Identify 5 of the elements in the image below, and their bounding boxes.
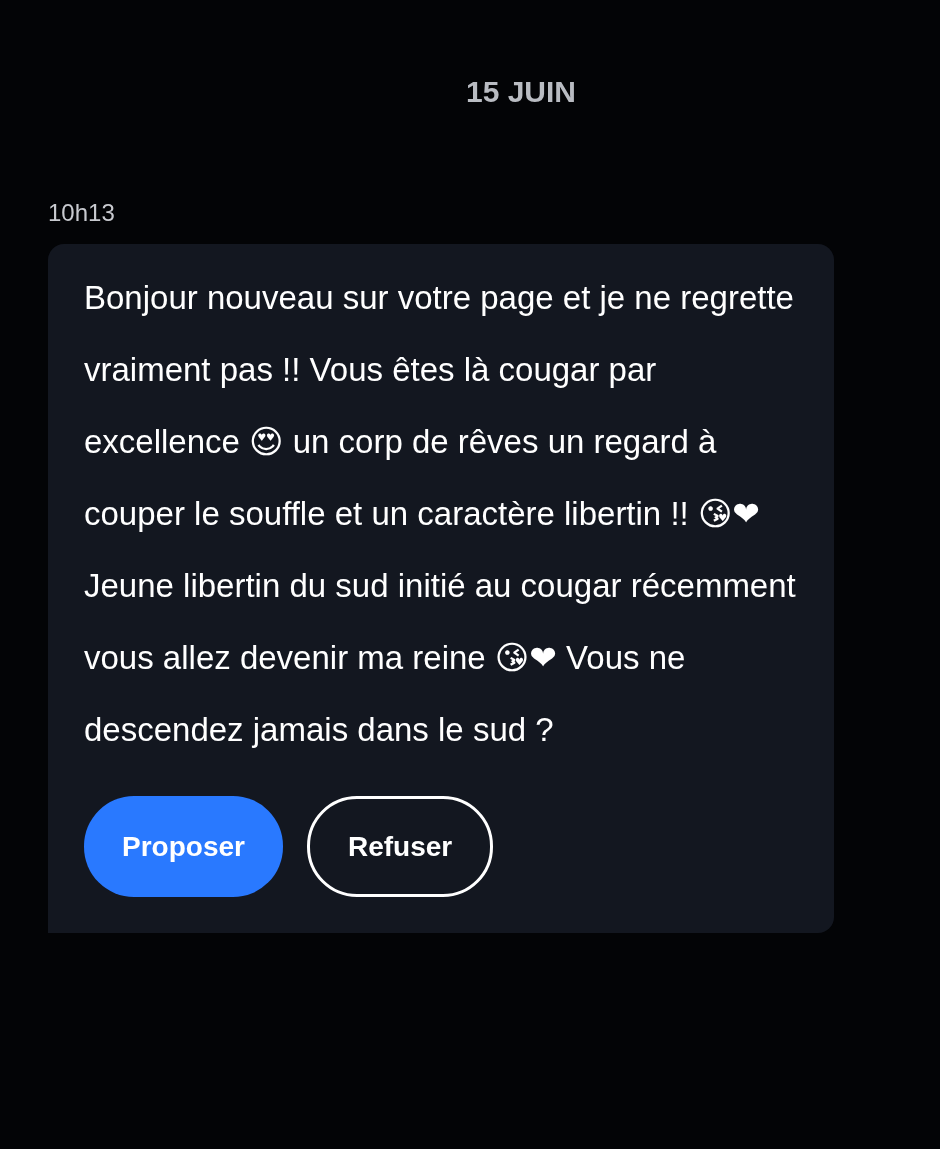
- propose-button[interactable]: Proposer: [84, 796, 283, 897]
- date-header: 15 JUIN: [465, 74, 577, 110]
- refuse-button[interactable]: Refuser: [306, 796, 494, 897]
- message-time: 10h13: [48, 198, 115, 228]
- message-text: Bonjour nouveau sur votre page et je ne regrette vraiment pas !! Vous êtes là cougar par excellence 😍 un corp de rêves un regard à couper le souffle et un caractère libertin !! 😘❤ Jeune libertin du sud initié au cougar récemment vous allez devenir ma reine 😘❤ Vous ne descendez jamais dans le sud ?: [84, 278, 797, 750]
